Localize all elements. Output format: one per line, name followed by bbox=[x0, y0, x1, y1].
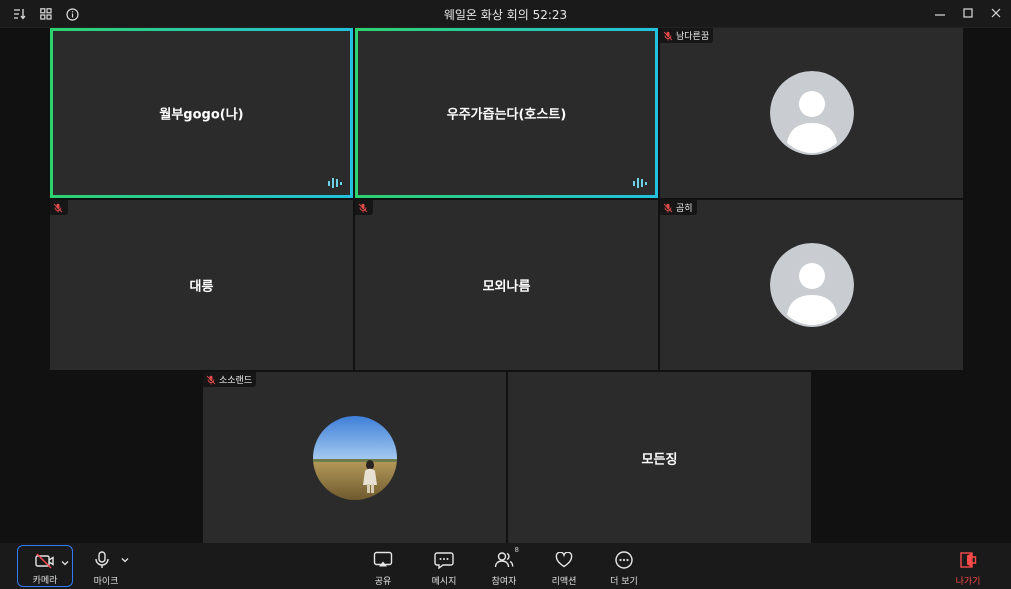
message-button[interactable]: 메시지 bbox=[426, 543, 462, 589]
microphone-icon bbox=[91, 549, 113, 571]
mic-muted-icon bbox=[205, 374, 217, 386]
mic-muted-icon bbox=[662, 202, 674, 214]
share-label: 공유 bbox=[374, 577, 392, 587]
participant-tile[interactable]: 소소랜드 bbox=[203, 372, 506, 543]
share-button[interactable]: 공유 bbox=[365, 543, 401, 589]
participant-tile[interactable]: 곰히 bbox=[660, 200, 963, 370]
participant-tile[interactable]: 남다른꿈 bbox=[660, 28, 963, 198]
participant-name-tag: 소소랜드 bbox=[203, 372, 257, 387]
leave-label: 나가기 bbox=[955, 577, 981, 587]
participant-tile[interactable]: 모외나름 bbox=[355, 200, 658, 370]
reaction-button[interactable]: 리액션 bbox=[546, 543, 582, 589]
participant-name: 월부gogo(나) bbox=[159, 107, 244, 123]
participant-name: 모든징 bbox=[641, 452, 678, 467]
camera-button[interactable]: 카메라 bbox=[17, 545, 73, 587]
mic-muted-icon bbox=[357, 202, 369, 214]
window-title: 웨일온 화상 회의 52:23 bbox=[443, 8, 568, 22]
participant-name-tag bbox=[355, 200, 373, 215]
participant-name-tag: 남다른꿈 bbox=[660, 28, 714, 43]
participants-count-badge: 8 bbox=[514, 546, 519, 554]
default-avatar bbox=[769, 71, 854, 155]
mic-button[interactable]: 마이크 bbox=[86, 543, 132, 589]
speaking-audio-icon bbox=[328, 178, 342, 188]
close-icon[interactable] bbox=[989, 5, 1003, 21]
more-options-icon bbox=[613, 549, 635, 571]
default-avatar bbox=[769, 243, 854, 327]
participant-name: 곰히 bbox=[676, 204, 693, 214]
mic-label: 마이크 bbox=[93, 577, 119, 587]
profile-photo bbox=[312, 415, 397, 500]
participant-name: 모외나름 bbox=[482, 279, 531, 295]
chat-bubble-icon bbox=[433, 549, 455, 571]
chevron-down-icon[interactable] bbox=[60, 558, 70, 568]
reaction-label: 리액션 bbox=[551, 577, 577, 587]
more-label: 더 보기 bbox=[610, 577, 638, 587]
participants-button[interactable]: 8 참여자 bbox=[486, 543, 522, 589]
participant-name: 대릉 bbox=[189, 279, 214, 295]
participant-name: 소소랜드 bbox=[219, 376, 253, 386]
minimize-icon[interactable] bbox=[933, 5, 947, 21]
message-label: 메시지 bbox=[431, 577, 457, 587]
participant-tile[interactable]: 우주가즙는다(호스트) bbox=[355, 28, 658, 198]
meeting-window: 웨일온 화상 회의 52:23 월부gogo(나) 우주가즙는다(호스트) 남다… bbox=[0, 0, 1011, 589]
participant-tile[interactable]: 대릉 bbox=[50, 200, 353, 370]
participant-name-tag: 곰히 bbox=[660, 200, 697, 215]
speaking-audio-icon bbox=[633, 178, 647, 188]
participant-name-tag bbox=[50, 200, 68, 215]
participants-label: 참여자 bbox=[491, 577, 517, 587]
mic-muted-icon bbox=[662, 30, 674, 42]
maximize-icon[interactable] bbox=[961, 5, 975, 21]
chevron-down-icon[interactable] bbox=[120, 555, 130, 565]
camera-label: 카메라 bbox=[32, 576, 58, 586]
meeting-toolbar: 카메라 마이크 공유 메시지 8 참여자 리액션 더 보기 나가기 bbox=[0, 543, 1011, 589]
title-bar: 웨일온 화상 회의 52:23 bbox=[0, 0, 1011, 28]
participant-tile[interactable]: 월부gogo(나) bbox=[50, 28, 353, 198]
leave-button[interactable]: 나가기 bbox=[950, 543, 986, 589]
participant-name: 우주가즙는다(호스트) bbox=[446, 107, 567, 123]
mic-muted-icon bbox=[52, 202, 64, 214]
participant-tile[interactable]: 모든징 bbox=[508, 372, 811, 543]
participant-name: 남다른꿈 bbox=[676, 32, 710, 42]
more-button[interactable]: 더 보기 bbox=[606, 543, 642, 589]
heart-icon bbox=[553, 549, 575, 571]
people-icon: 8 bbox=[493, 546, 519, 571]
camera-off-icon bbox=[34, 552, 56, 570]
exit-door-icon bbox=[957, 549, 979, 571]
share-screen-icon bbox=[372, 549, 394, 571]
